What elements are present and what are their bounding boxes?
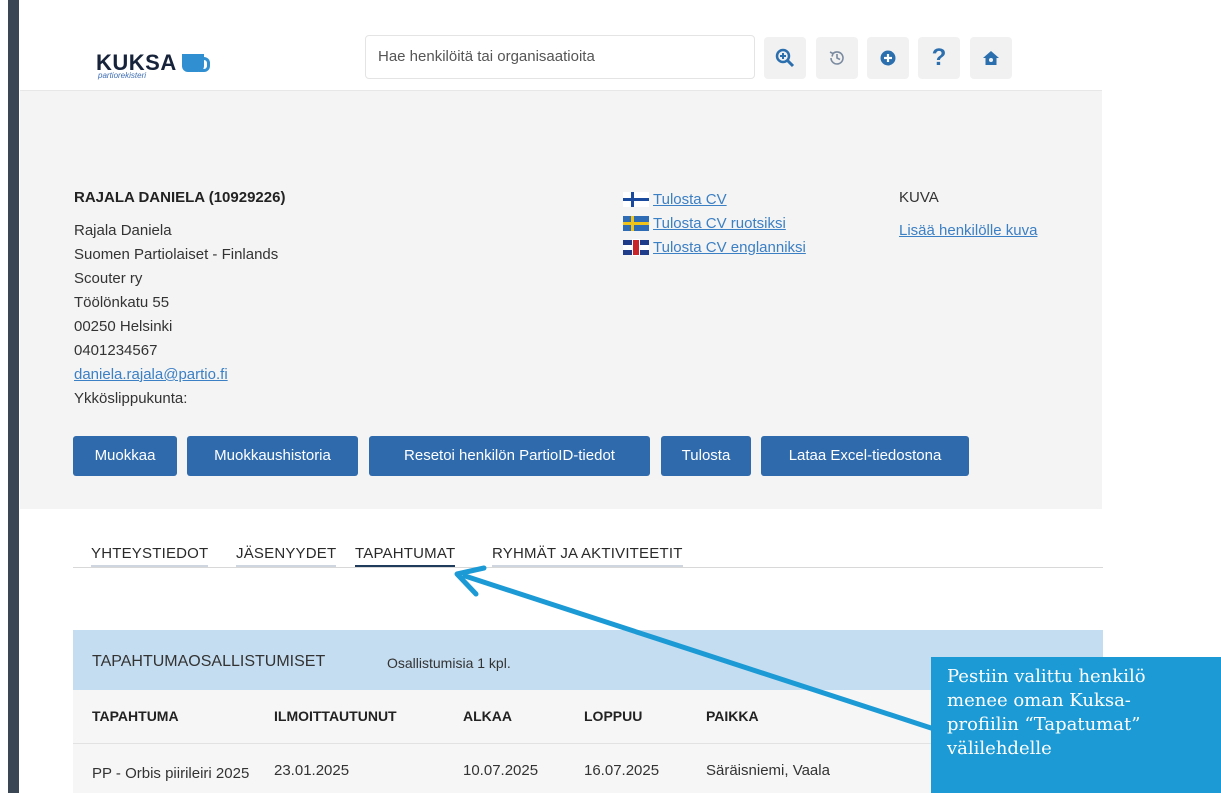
email-link[interactable]: daniela.rajala@partio.fi <box>74 366 228 383</box>
event-name-cell[interactable]: PP - Orbis piirileiri 2025 <box>92 762 262 785</box>
add-icon[interactable] <box>867 37 909 79</box>
left-sidebar-strip <box>0 0 20 793</box>
tab-contact-info[interactable]: YHTEYSTIEDOT <box>91 545 209 567</box>
registered-date-cell: 23.01.2025 <box>274 762 350 779</box>
person-name: Rajala Daniela <box>74 222 172 239</box>
kuksa-logo[interactable]: KUKSA partiorekisteri <box>96 48 216 86</box>
place-cell: Säräisniemi, Vaala <box>706 762 830 779</box>
reset-partioid-button[interactable]: Resetoi henkilön PartioID-tiedot <box>369 436 650 476</box>
callout-line: välilehdelle <box>947 738 1052 759</box>
postal-city: 00250 Helsinki <box>74 318 173 335</box>
organization-line1: Suomen Partiolaiset - Finlands <box>74 246 279 263</box>
tabs-divider <box>73 567 1103 568</box>
callout-line: profiilin “Tapatumat” <box>947 714 1141 735</box>
callout-line: menee oman Kuksa- <box>947 690 1131 711</box>
search-input[interactable]: Hae henkilöitä tai organisaatioita <box>365 35 755 79</box>
print-cv-english-label: Tulosta CV englanniksi <box>653 239 806 256</box>
print-cv-swedish-link[interactable]: Tulosta CV ruotsiksi <box>623 215 786 232</box>
end-date-cell: 16.07.2025 <box>584 762 660 779</box>
print-cv-swedish-label: Tulosta CV ruotsiksi <box>653 215 786 232</box>
organization-line2: Scouter ry <box>74 270 143 287</box>
print-button[interactable]: Tulosta <box>661 436 751 476</box>
tab-groups-activities[interactable]: RYHMÄT JA AKTIVITEETIT <box>492 545 683 567</box>
column-header-event[interactable]: TAPAHTUMA <box>92 708 179 724</box>
tab-memberships[interactable]: JÄSENYYDET <box>236 545 337 567</box>
callout-line: Pestiin valittu henkilö <box>947 666 1146 687</box>
edit-button[interactable]: Muokkaa <box>73 436 177 476</box>
phone-number: 0401234567 <box>74 342 158 359</box>
column-header-starts[interactable]: ALKAA <box>463 708 512 724</box>
column-header-ends[interactable]: LOPPUU <box>584 708 642 724</box>
print-cv-english-link[interactable]: Tulosta CV englanniksi <box>623 239 806 256</box>
events-title: TAPAHTUMAOSALLISTUMISET <box>92 653 326 670</box>
primary-group-label: Ykköslippukunta: <box>74 390 188 407</box>
picture-label: KUVA <box>899 189 939 206</box>
events-count: Osallistumisia 1 kpl. <box>387 655 511 671</box>
help-icon[interactable]: ? <box>918 37 960 79</box>
sidebar-edge <box>8 0 19 793</box>
home-icon[interactable] <box>970 37 1012 79</box>
add-picture-link[interactable]: Lisää henkilölle kuva <box>899 222 1037 239</box>
person-title: RAJALA DANIELA (10929226) <box>74 189 286 206</box>
annotation-callout: Pestiin valittu henkilö menee oman Kuksa… <box>931 657 1221 793</box>
street-address: Töölönkatu 55 <box>74 294 170 311</box>
tab-events[interactable]: TAPAHTUMAT <box>355 545 456 567</box>
history-icon[interactable] <box>816 37 858 79</box>
cup-handle <box>199 57 210 72</box>
finland-flag-icon <box>623 192 649 207</box>
print-cv-link[interactable]: Tulosta CV <box>623 191 727 208</box>
uk-flag-icon <box>623 240 649 255</box>
edit-history-button[interactable]: Muokkaushistoria <box>187 436 358 476</box>
search-zoom-icon[interactable] <box>764 37 806 79</box>
sweden-flag-icon <box>623 216 649 231</box>
logo-subtitle: partiorekisteri <box>98 71 147 80</box>
column-header-place[interactable]: PAIKKA <box>706 708 759 724</box>
print-cv-label: Tulosta CV <box>653 191 727 208</box>
column-header-registered[interactable]: ILMOITTAUTUNUT <box>274 708 397 724</box>
excel-export-button[interactable]: Lataa Excel-tiedostona <box>761 436 969 476</box>
start-date-cell: 10.07.2025 <box>463 762 539 779</box>
